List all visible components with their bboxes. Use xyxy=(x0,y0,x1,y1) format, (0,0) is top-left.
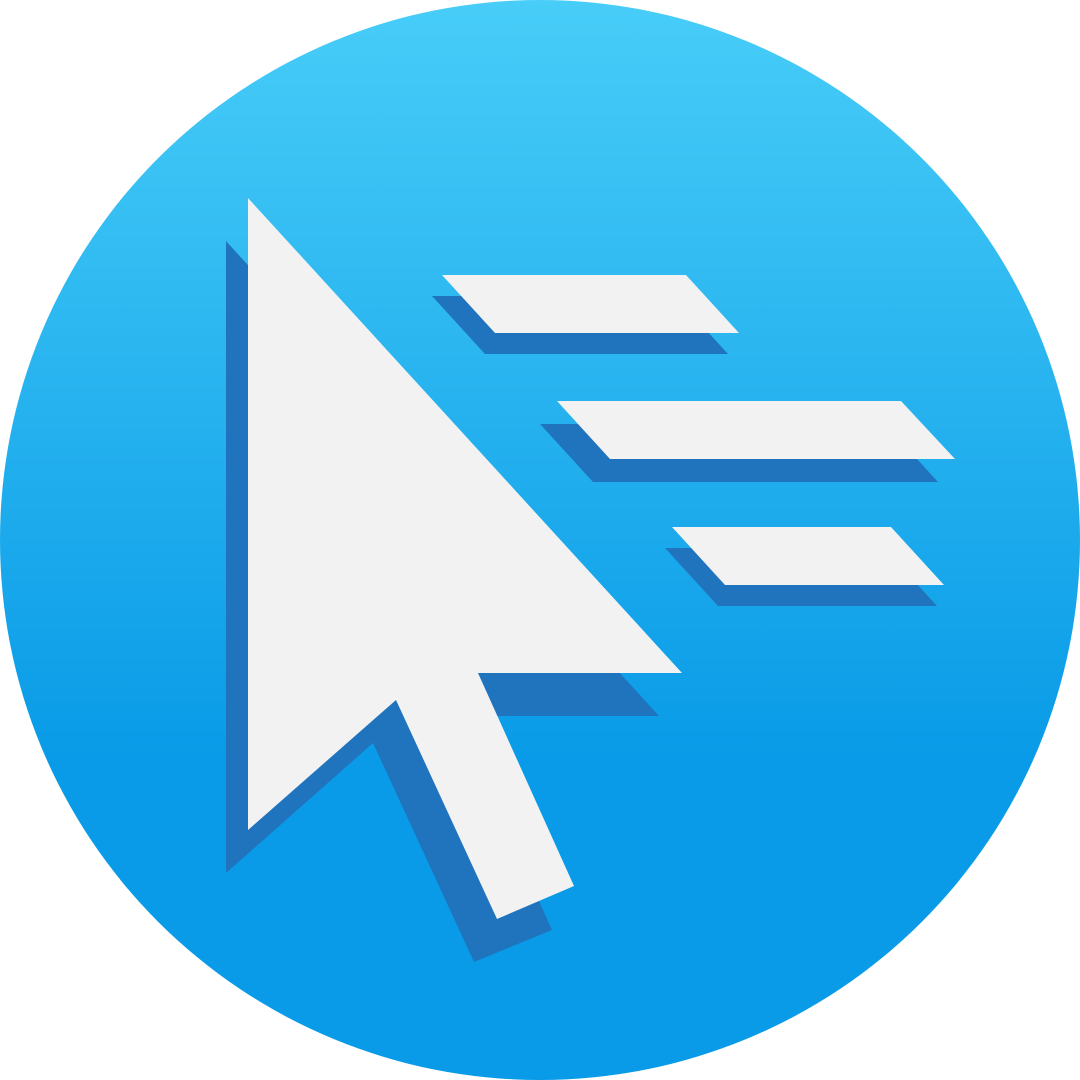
motion-line-2 xyxy=(557,401,955,459)
app-icon xyxy=(0,0,1080,1080)
